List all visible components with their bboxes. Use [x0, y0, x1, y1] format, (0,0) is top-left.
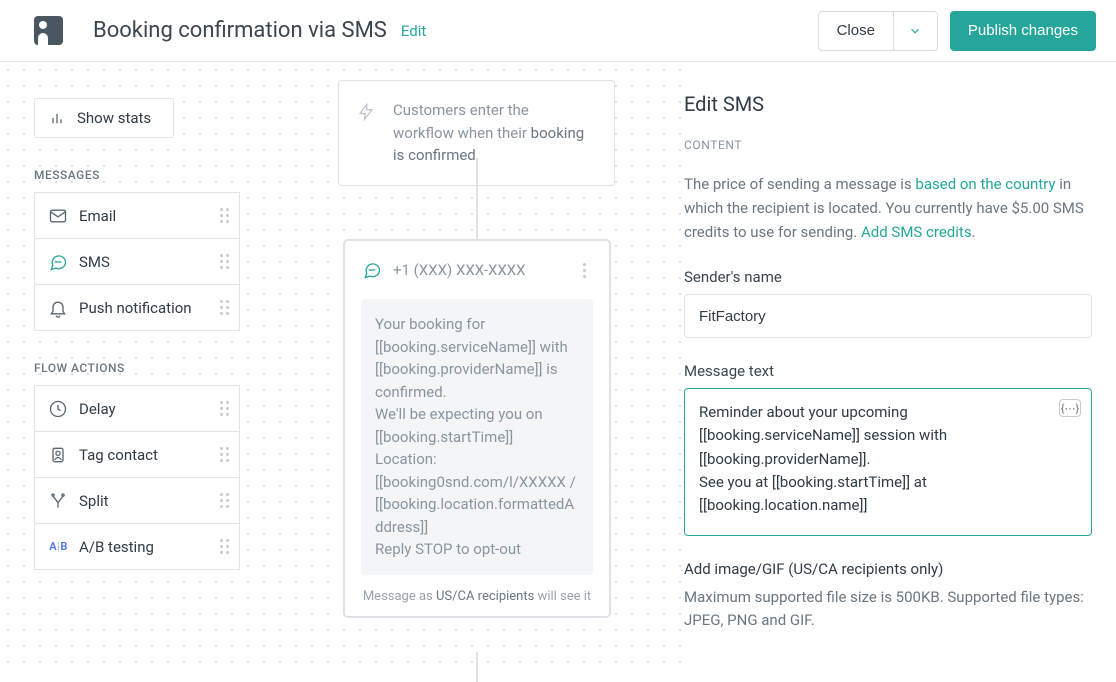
- palette-item-split[interactable]: Split: [34, 477, 240, 524]
- section-flow-actions: FLOW ACTIONS: [34, 361, 240, 375]
- entry-text: Customers enter the workflow when their: [393, 101, 531, 142]
- message-text-input[interactable]: [699, 401, 1049, 519]
- drag-handle[interactable]: [219, 300, 229, 315]
- ab-testing-icon: A|B: [47, 536, 69, 558]
- label-message-text: Message text: [684, 362, 1092, 380]
- bar-chart-icon: [49, 110, 65, 126]
- edit-panel: Edit SMS CONTENT The price of sending a …: [684, 62, 1116, 673]
- connector-line: [476, 158, 478, 240]
- sender-name-input[interactable]: [684, 294, 1092, 338]
- label-sender-name: Sender's name: [684, 268, 1092, 286]
- lightning-icon: [357, 103, 375, 121]
- palette-item-label: Split: [79, 492, 219, 510]
- hint-add-image: Maximum supported file size is 500KB. Su…: [684, 586, 1092, 633]
- workflow-canvas[interactable]: Show stats MESSAGES Email SMS: [0, 62, 684, 673]
- app-logo: [34, 16, 63, 45]
- palette-item-email[interactable]: Email: [34, 192, 240, 239]
- palette-item-delay[interactable]: Delay: [34, 385, 240, 432]
- chevron-down-icon: [908, 24, 922, 38]
- connector-line: [476, 652, 478, 682]
- link-pricing-country[interactable]: based on the country: [915, 175, 1055, 193]
- workflow-sms-node[interactable]: +1 (XXX) XXX-XXXX Your booking for [[boo…: [344, 240, 610, 617]
- link-add-credits[interactable]: Add SMS credits: [861, 223, 972, 241]
- sms-node-preview: Your booking for [[booking.serviceName]]…: [361, 299, 593, 575]
- drag-handle[interactable]: [219, 254, 229, 269]
- insert-variable-button[interactable]: {⋯}: [1059, 399, 1081, 417]
- palette-item-push[interactable]: Push notification: [34, 284, 240, 331]
- drag-handle[interactable]: [219, 493, 229, 508]
- canvas-sidebar: Show stats MESSAGES Email SMS: [34, 98, 240, 570]
- publish-button[interactable]: Publish changes: [950, 11, 1096, 51]
- sms-node-footer: Message as US/CA recipients will see it: [361, 589, 593, 604]
- close-button[interactable]: Close: [818, 11, 894, 51]
- app-header: Booking confirmation via SMS Edit Close …: [0, 0, 1116, 62]
- palette-item-label: Delay: [79, 400, 219, 418]
- edit-title-link[interactable]: Edit: [401, 22, 426, 40]
- sms-node-number: +1 (XXX) XXX-XXXX: [393, 261, 526, 279]
- palette-item-label: Push notification: [79, 299, 219, 317]
- palette-item-ab[interactable]: A|B A/B testing: [34, 523, 240, 570]
- close-button-group: Close: [818, 11, 938, 51]
- tag-contact-icon: [47, 444, 69, 466]
- label-add-image: Add image/GIF (US/CA recipients only): [684, 560, 1092, 578]
- sms-icon: [47, 251, 69, 273]
- show-stats-button[interactable]: Show stats: [34, 98, 174, 138]
- drag-handle[interactable]: [219, 208, 229, 223]
- clock-icon: [47, 398, 69, 420]
- panel-section-content: CONTENT: [684, 138, 1092, 152]
- palette-item-tag[interactable]: Tag contact: [34, 431, 240, 478]
- palette-item-label: Email: [79, 207, 219, 225]
- drag-handle[interactable]: [219, 539, 229, 554]
- email-icon: [47, 205, 69, 227]
- message-text-wrap: {⋯}: [684, 388, 1092, 536]
- sms-icon: [361, 259, 383, 281]
- palette-item-label: SMS: [79, 253, 219, 271]
- drag-handle[interactable]: [219, 401, 229, 416]
- close-dropdown[interactable]: [894, 11, 938, 51]
- panel-title: Edit SMS: [684, 92, 1092, 116]
- drag-handle[interactable]: [219, 447, 229, 462]
- palette-item-label: A/B testing: [79, 538, 219, 556]
- page-title: Booking confirmation via SMS: [93, 18, 387, 43]
- section-messages: MESSAGES: [34, 168, 240, 182]
- show-stats-label: Show stats: [77, 109, 151, 127]
- palette-item-sms[interactable]: SMS: [34, 238, 240, 285]
- palette-item-label: Tag contact: [79, 446, 219, 464]
- panel-description: The price of sending a message is based …: [684, 172, 1092, 244]
- node-menu-button[interactable]: [575, 263, 593, 278]
- bell-icon: [47, 297, 69, 319]
- split-icon: [47, 490, 69, 512]
